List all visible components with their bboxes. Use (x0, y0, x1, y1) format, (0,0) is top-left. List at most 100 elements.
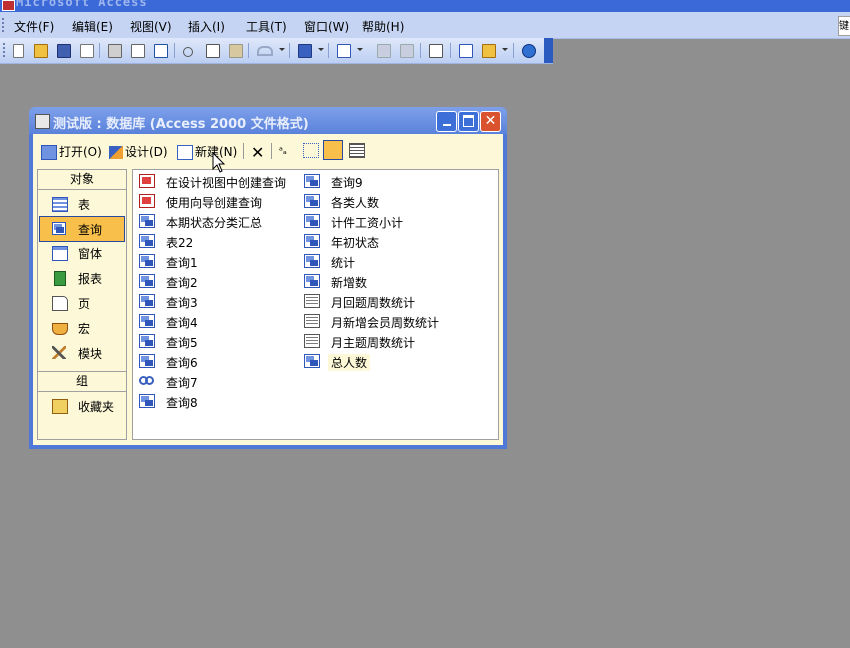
database-icon (35, 114, 50, 129)
toolbar-grip[interactable] (3, 43, 7, 57)
list-item-label: 查询1 (166, 256, 198, 270)
spelling-icon[interactable] (152, 42, 168, 58)
details-view-button[interactable] (349, 143, 367, 161)
script-icon[interactable] (398, 42, 414, 58)
list-item-label: 查询4 (166, 316, 198, 330)
search-file-icon[interactable] (78, 42, 94, 58)
design-label: 设计(D) (125, 145, 168, 159)
object-label: 页 (78, 297, 91, 311)
new-icon[interactable] (10, 42, 26, 58)
query-icon (304, 354, 320, 368)
menu-tools[interactable]: 工具(T) (246, 18, 287, 35)
object-modules[interactable]: 模块 (40, 341, 124, 365)
query-icon (139, 354, 155, 368)
delete-icon: ✕ (251, 143, 265, 162)
maximize-button[interactable] (458, 111, 479, 132)
query-icon (139, 294, 155, 308)
new-object-icon[interactable] (480, 42, 496, 58)
object-reports[interactable]: 报表 (40, 266, 124, 290)
list-item-label: 查询9 (331, 176, 363, 190)
query-icon (304, 254, 320, 268)
objects-header[interactable]: 对象 (38, 170, 126, 190)
menu-view[interactable]: 视图(V) (130, 18, 172, 35)
object-macros[interactable]: 宏 (40, 316, 124, 340)
list-item-label: 各类人数 (331, 196, 380, 210)
database-window-titlebar[interactable]: 测试版 : 数据库 (Access 2000 文件格式) ✕ (29, 107, 507, 134)
create-wizard-icon (139, 194, 155, 208)
open-icon[interactable] (32, 42, 48, 58)
list-view-button[interactable] (323, 140, 343, 160)
new-object-sparkle-icon (177, 145, 193, 160)
print-preview-icon[interactable] (129, 42, 145, 58)
analyze-icon[interactable] (335, 42, 351, 58)
macro-icon (52, 323, 68, 335)
list-item-label: 月新增会员周数统计 (331, 316, 440, 330)
maximize-icon (463, 115, 474, 127)
object-tables[interactable]: 表 (40, 192, 124, 216)
list-item-label: 查询3 (166, 296, 198, 310)
groups-header[interactable]: 组 (38, 371, 126, 392)
list-item-label: 表22 (166, 236, 194, 250)
create-wizard-icon (139, 174, 155, 188)
menu-insert[interactable]: 插入(I) (188, 18, 225, 35)
menu-window[interactable]: 窗口(W) (304, 18, 349, 35)
toolbar-options[interactable] (544, 38, 553, 63)
favorites-icon (52, 399, 68, 414)
large-icons-button[interactable]: ᵃₐ (279, 143, 287, 161)
query-icon (139, 394, 155, 408)
query-icon (304, 214, 320, 228)
paste-icon[interactable] (227, 42, 243, 58)
menu-file[interactable]: 文件(F) (14, 18, 54, 35)
relationships-icon[interactable] (457, 42, 473, 58)
cut-icon[interactable] (181, 42, 197, 58)
menubar-grip[interactable] (2, 18, 7, 32)
query-icon (139, 234, 155, 248)
close-button[interactable]: ✕ (480, 111, 501, 132)
query-icon (304, 174, 320, 188)
database-window: 测试版 : 数据库 (Access 2000 文件格式) ✕ 打开(O) 设计(… (29, 107, 507, 449)
save-icon[interactable] (55, 42, 71, 58)
design-button[interactable]: 设计(D) (109, 143, 168, 161)
query-icon (304, 234, 320, 248)
report-icon (54, 271, 66, 286)
minimize-icon (442, 124, 451, 126)
list-item-label: 查询5 (166, 336, 198, 350)
list-item-label: 年初状态 (331, 236, 380, 250)
copy-icon[interactable] (204, 42, 220, 58)
database-toolbar: 打开(O) 设计(D) 新建(N) ✕ ᵃₐ (33, 134, 503, 168)
design-icon (109, 146, 123, 159)
database-window-body: 打开(O) 设计(D) 新建(N) ✕ ᵃₐ 对象 表 查询 窗体 报表 页 宏… (33, 134, 503, 445)
delete-button[interactable]: ✕ (251, 143, 265, 162)
help-icon[interactable] (520, 42, 536, 58)
menu-help[interactable]: 帮助(H) (362, 18, 404, 35)
object-pages[interactable]: 页 (40, 291, 124, 315)
access-app-icon (2, 0, 15, 11)
open-button[interactable]: 打开(O) (41, 143, 102, 161)
new-button[interactable]: 新建(N) (177, 143, 237, 161)
union-query-icon (139, 374, 155, 388)
group-favorites[interactable]: 收藏夹 (40, 394, 124, 418)
office-links-icon[interactable] (296, 42, 312, 58)
object-list: 在设计视图中创建查询 使用向导创建查询 本期状态分类汇总 表22 查询1 查询2… (132, 169, 499, 440)
app-title: Microsoft Access (16, 0, 148, 9)
query-icon (139, 214, 155, 228)
open-object-icon (41, 145, 57, 160)
object-label: 表 (78, 198, 91, 212)
object-queries[interactable]: 查询 (39, 216, 125, 242)
query-icon (304, 194, 320, 208)
minimize-button[interactable] (436, 111, 457, 132)
properties-icon[interactable] (427, 42, 443, 58)
code-icon[interactable] (375, 42, 391, 58)
ask-question-box[interactable]: 键 (838, 16, 850, 36)
small-icons-button[interactable] (303, 143, 321, 161)
menu-bar: 文件(F) 编辑(E) 视图(V) 插入(I) 工具(T) 窗口(W) 帮助(H… (0, 12, 850, 39)
page-icon (52, 296, 68, 311)
object-forms[interactable]: 窗体 (40, 241, 124, 265)
list-item-label: 使用向导创建查询 (166, 196, 263, 210)
open-label: 打开(O) (59, 145, 102, 159)
small-icons-icon (303, 143, 319, 158)
print-icon[interactable] (106, 42, 122, 58)
undo-icon[interactable] (255, 42, 273, 58)
menu-edit[interactable]: 编辑(E) (72, 18, 113, 35)
group-label: 收藏夹 (78, 400, 115, 414)
